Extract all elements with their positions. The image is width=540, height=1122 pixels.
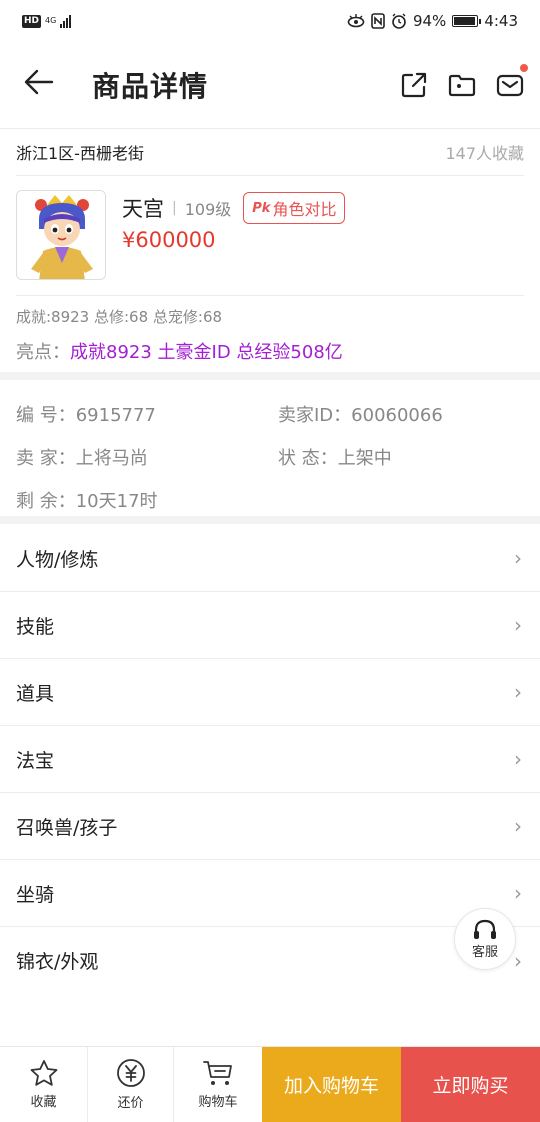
- info-row: 卖 家：上将马尚 状 态：上架中: [16, 435, 526, 478]
- folder-button[interactable]: [448, 71, 476, 99]
- character-portrait: [17, 191, 105, 279]
- share-button[interactable]: [400, 71, 428, 99]
- chevron-right-icon: ›: [514, 613, 522, 637]
- highlight-value: 成就8923 土豪金ID 总经验508亿: [70, 342, 343, 363]
- share-icon: [401, 72, 427, 98]
- divider: [16, 175, 524, 176]
- alarm-icon: [392, 13, 406, 29]
- menu-item-label: 技能: [16, 615, 55, 638]
- stats-summary: 成就:8923 总修:68 总宠修:68: [16, 308, 223, 326]
- menu-item-label: 道具: [16, 682, 55, 705]
- hd-badge: HD: [22, 14, 42, 28]
- price: ¥600000: [122, 228, 216, 252]
- cart-icon: [203, 1061, 232, 1085]
- section-divider: [0, 516, 540, 524]
- buy-now-button[interactable]: 立即购买: [401, 1047, 540, 1122]
- menu-item-label: 坐骑: [16, 883, 55, 906]
- battery-percent: 94%: [412, 12, 447, 30]
- star-icon: [30, 1060, 57, 1086]
- add-to-cart-button[interactable]: 加入购物车: [262, 1047, 401, 1122]
- bargain-label: 还价: [117, 1096, 144, 1111]
- menu-item-character[interactable]: 人物/修炼 ›: [0, 525, 540, 592]
- mail-icon: [496, 74, 524, 97]
- bargain-button[interactable]: 还价: [88, 1047, 174, 1122]
- menu-item-mounts[interactable]: 坐骑 ›: [0, 860, 540, 927]
- role-level: 109级: [184, 200, 232, 219]
- nfc-icon: [371, 13, 385, 29]
- role-compare-button[interactable]: Pk 角色对比: [243, 192, 346, 224]
- menu-item-label: 法宝: [16, 749, 55, 772]
- info-row: 编 号：6915777 卖家ID：60060066: [16, 392, 526, 435]
- bottom-bar: 收藏 还价 购物车 加入购物车 立即购买: [0, 1046, 540, 1122]
- menu-item-pets[interactable]: 召唤兽/孩子 ›: [0, 793, 540, 860]
- message-button[interactable]: [496, 64, 528, 99]
- page-title: 商品详情: [92, 70, 209, 103]
- network-type: 4G: [45, 16, 57, 25]
- battery-icon: [452, 15, 482, 27]
- item-number: 编 号：6915777: [16, 404, 156, 426]
- unread-dot: [520, 64, 528, 72]
- divider: [16, 295, 524, 296]
- chevron-right-icon: ›: [514, 680, 522, 704]
- eye-comfort-icon: [347, 14, 365, 28]
- chevron-right-icon: ›: [514, 814, 522, 838]
- menu-item-label: 召唤兽/孩子: [16, 816, 118, 839]
- role-info: 天宫 | 109级 Pk 角色对比 ¥600000: [122, 190, 346, 280]
- role-title-line: 天宫 | 109级 Pk 角色对比: [122, 190, 346, 226]
- favorite-button[interactable]: 收藏: [0, 1047, 88, 1122]
- remaining-time: 剩 余：10天17时: [16, 490, 158, 512]
- menu-item-skills[interactable]: 技能 ›: [0, 592, 540, 659]
- yen-icon: [116, 1059, 145, 1087]
- back-button[interactable]: [24, 68, 68, 103]
- nav-header: 商品详情: [0, 42, 540, 128]
- seller-name: 卖 家：上将马尚: [16, 447, 148, 469]
- section-divider: [0, 372, 540, 380]
- server-name: 浙江1区-西栅老街: [16, 144, 144, 163]
- cart-label: 购物车: [198, 1095, 238, 1110]
- menu-item-items[interactable]: 道具 ›: [0, 659, 540, 726]
- favorite-label: 收藏: [30, 1095, 57, 1110]
- role-card: 天宫 | 109级 Pk 角色对比 ¥600000: [16, 190, 346, 280]
- menu-item-label: 人物/修炼: [16, 548, 99, 571]
- clock: 4:43: [484, 12, 518, 30]
- status-bar: HD 4G 94% 4:43: [0, 0, 540, 42]
- separator: |: [172, 200, 177, 216]
- role-compare-label: 角色对比: [272, 200, 337, 219]
- chevron-right-icon: ›: [514, 948, 522, 973]
- headset-icon: [474, 919, 496, 939]
- customer-service-button[interactable]: 客服: [454, 908, 516, 970]
- avatar[interactable]: [16, 190, 106, 280]
- folder-icon: [448, 74, 476, 97]
- seller-id: 卖家ID：60060066: [278, 404, 443, 426]
- highlight-label: 亮点：: [16, 342, 70, 363]
- favorite-count: 147人收藏: [445, 144, 524, 163]
- listing-status: 状 态：上架中: [278, 447, 392, 469]
- pk-icon: Pk: [252, 200, 271, 216]
- header-actions: [400, 64, 528, 99]
- highlight: 亮点：成就8923 土豪金ID 总经验508亿: [16, 338, 343, 364]
- customer-service-label: 客服: [471, 944, 498, 960]
- item-info: 编 号：6915777 卖家ID：60060066 卖 家：上将马尚 状 态：上…: [16, 392, 526, 521]
- status-right: 94% 4:43: [347, 12, 518, 30]
- chevron-right-icon: ›: [514, 747, 522, 771]
- chevron-right-icon: ›: [514, 546, 522, 570]
- cart-tab-button[interactable]: 购物车: [174, 1047, 262, 1122]
- menu-item-label: 锦衣/外观: [16, 951, 99, 973]
- signal-icon: [60, 14, 72, 28]
- status-left: HD 4G: [22, 14, 72, 28]
- chevron-right-icon: ›: [514, 881, 522, 905]
- server-row: 浙江1区-西栅老街 147人收藏: [16, 129, 524, 175]
- menu-item-treasures[interactable]: 法宝 ›: [0, 726, 540, 793]
- arrow-left-icon: [24, 69, 54, 94]
- role-name: 天宫: [122, 197, 164, 221]
- info-row: 剩 余：10天17时: [16, 478, 526, 521]
